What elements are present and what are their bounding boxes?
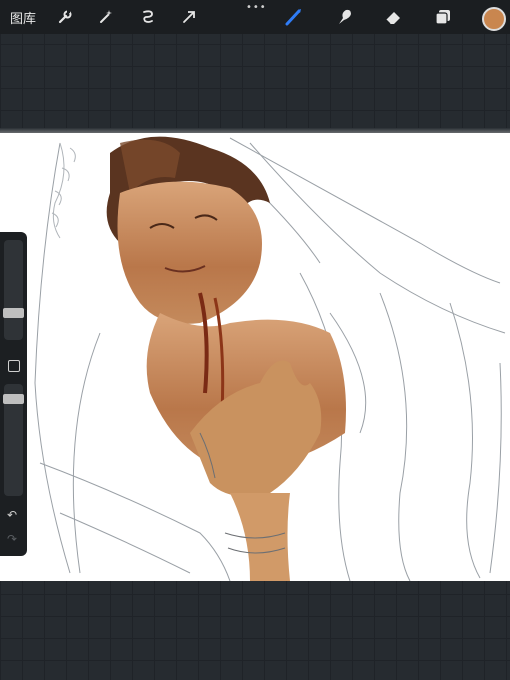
top-toolbar: 图库 ••• bbox=[0, 0, 510, 34]
drawing-canvas[interactable] bbox=[0, 133, 510, 581]
brush-size-slider[interactable] bbox=[3, 240, 24, 340]
modify-button[interactable] bbox=[8, 360, 20, 372]
smudge-icon[interactable] bbox=[334, 6, 356, 28]
opacity-slider[interactable] bbox=[3, 384, 24, 496]
redo-button[interactable]: ↷ bbox=[7, 532, 17, 546]
left-sidebar: ↶ ↷ bbox=[0, 232, 27, 556]
opacity-knob[interactable] bbox=[3, 394, 24, 404]
wrench-icon[interactable] bbox=[54, 6, 76, 28]
color-picker-swatch[interactable] bbox=[482, 7, 506, 31]
magic-wand-icon[interactable] bbox=[95, 6, 117, 28]
transform-icon[interactable] bbox=[178, 6, 200, 28]
undo-button[interactable]: ↶ bbox=[7, 508, 17, 522]
layers-icon[interactable] bbox=[432, 6, 454, 28]
brush-size-knob[interactable] bbox=[3, 308, 24, 318]
artwork-illustration bbox=[34, 136, 506, 581]
eraser-icon[interactable] bbox=[382, 6, 404, 28]
selection-icon[interactable] bbox=[137, 6, 159, 28]
more-menu-icon[interactable]: ••• bbox=[246, 2, 267, 13]
gallery-button[interactable]: 图库 bbox=[10, 8, 36, 27]
brush-icon[interactable] bbox=[283, 6, 305, 28]
